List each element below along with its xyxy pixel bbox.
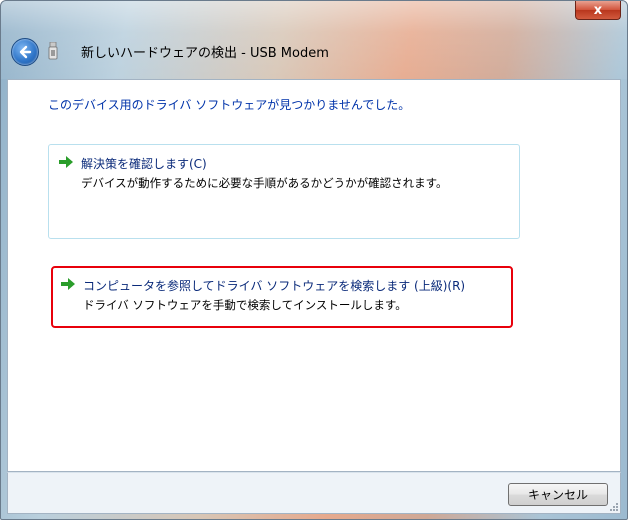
page-heading: このデバイス用のドライバ ソフトウェアが見つかりませんでした。 bbox=[48, 98, 411, 112]
option-browse-computer[interactable]: コンピュータを参照してドライバ ソフトウェアを検索します (上級)(R) ドライ… bbox=[51, 266, 513, 328]
dialog-footer: キャンセル bbox=[7, 472, 621, 514]
dialog-content: このデバイス用のドライバ ソフトウェアが見つかりませんでした。 解決策を確認しま… bbox=[7, 79, 621, 472]
option-description: ドライバ ソフトウェアを手動で検索してインストールします。 bbox=[83, 298, 407, 312]
resize-grip-icon[interactable] bbox=[608, 501, 618, 511]
option-check-solution[interactable]: 解決策を確認します(C) デバイスが動作するために必要な手順があるかどうかが確認… bbox=[48, 144, 520, 239]
back-button[interactable] bbox=[11, 38, 39, 66]
close-button[interactable]: x bbox=[575, 1, 621, 20]
green-arrow-icon bbox=[61, 278, 75, 290]
back-arrow-icon bbox=[19, 45, 32, 59]
cancel-button[interactable]: キャンセル bbox=[508, 483, 608, 506]
title-bar bbox=[1, 1, 627, 79]
green-arrow-icon bbox=[59, 156, 73, 168]
option-title: コンピュータを参照してドライバ ソフトウェアを検索します (上級)(R) bbox=[83, 279, 466, 293]
dialog-window: x 新しいハードウェアの検出 - USB Modem このデバイス用のドライバ … bbox=[0, 0, 628, 520]
close-icon: x bbox=[593, 2, 603, 18]
window-title: 新しいハードウェアの検出 - USB Modem bbox=[81, 46, 329, 61]
option-description: デバイスが動作するために必要な手順があるかどうかが確認されます。 bbox=[81, 176, 448, 190]
option-title: 解決策を確認します(C) bbox=[81, 157, 207, 171]
usb-device-icon bbox=[48, 42, 58, 60]
